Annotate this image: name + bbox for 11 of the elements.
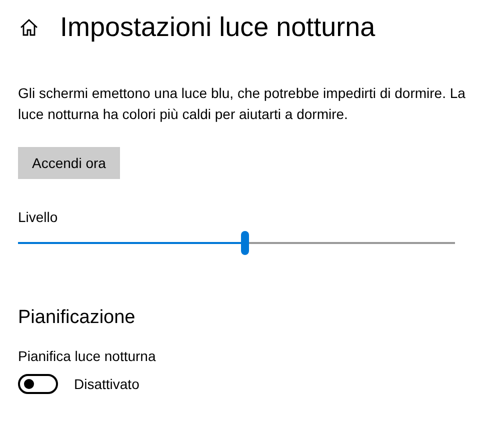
toggle-label: Pianifica luce notturna xyxy=(18,348,156,364)
level-slider[interactable] xyxy=(18,231,455,255)
home-icon[interactable] xyxy=(20,19,38,36)
toggle-state-text: Disattivato xyxy=(74,376,140,392)
description-text: Gli schermi emettono una luce blu, che potrebbe impedirti di dormire. La luce notturna ha colori più caldi per aiutarti a dormire. xyxy=(18,84,466,124)
toggle-switch[interactable] xyxy=(18,374,58,394)
page-title: Impostazioni luce notturna xyxy=(60,12,376,43)
turn-on-button[interactable]: Accendi ora xyxy=(18,147,120,179)
slider-thumb[interactable] xyxy=(241,231,250,255)
section-heading: Pianificazione xyxy=(18,307,136,329)
slider-label: Livello xyxy=(18,209,58,225)
